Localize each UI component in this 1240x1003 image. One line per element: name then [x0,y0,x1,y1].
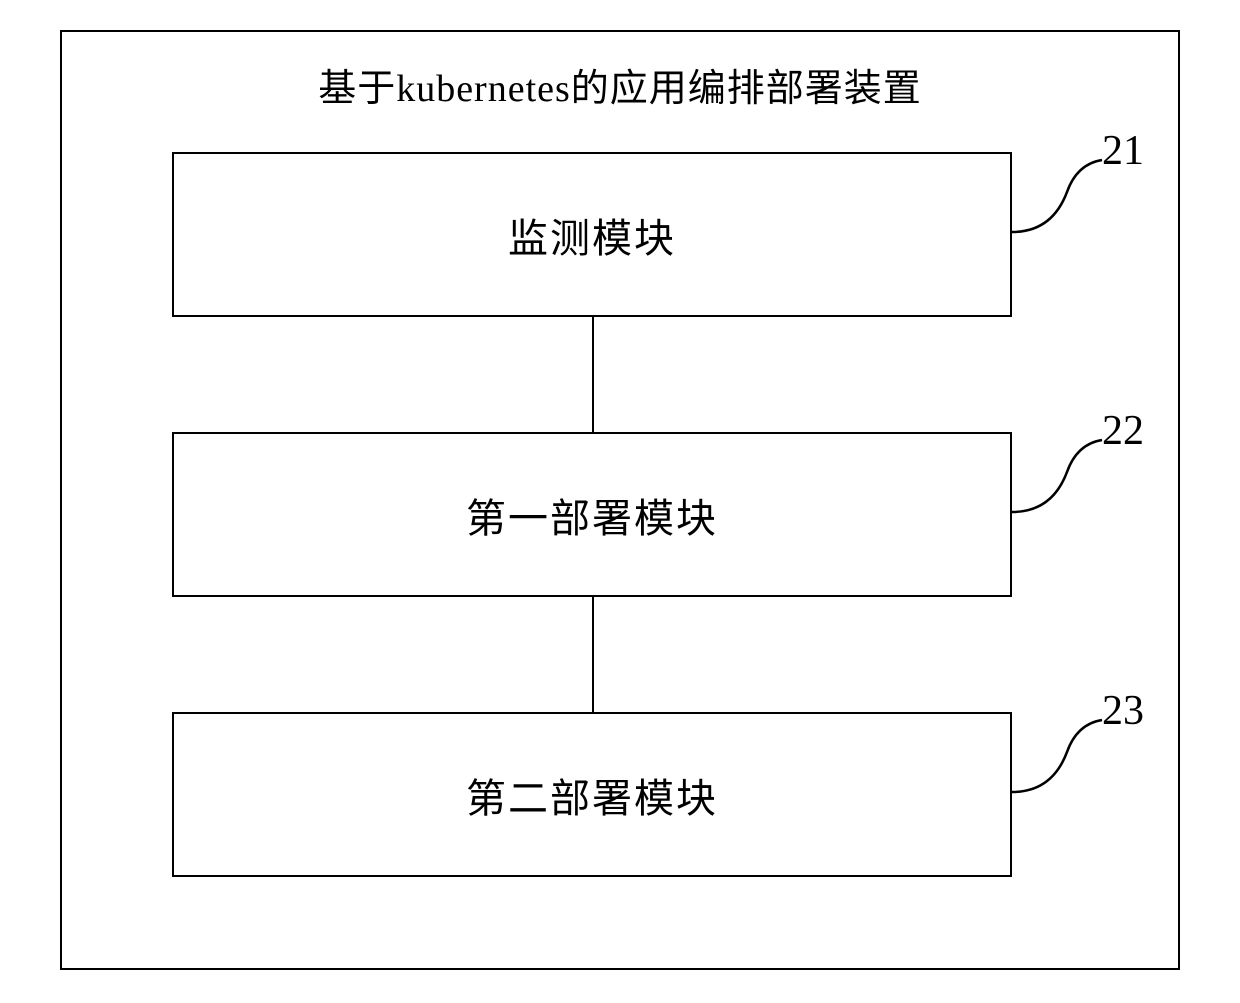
module-label: 第二部署模块 [466,766,718,824]
module-box-first-deploy: 第一部署模块 [172,432,1012,597]
connector-line [592,317,594,432]
module-label: 第一部署模块 [466,486,718,544]
module-label: 监测模块 [508,206,676,264]
callout-ref-23: 23 [1102,687,1144,735]
module-box-monitor: 监测模块 [172,152,1012,317]
diagram-frame: 基于kubernetes的应用编排部署装置 监测模块 第一部署模块 第二部署模块… [60,30,1180,970]
connector-line [592,597,594,712]
callout-ref-21: 21 [1102,127,1144,175]
module-box-second-deploy: 第二部署模块 [172,712,1012,877]
diagram-title: 基于kubernetes的应用编排部署装置 [62,57,1178,112]
callout-ref-22: 22 [1102,407,1144,455]
